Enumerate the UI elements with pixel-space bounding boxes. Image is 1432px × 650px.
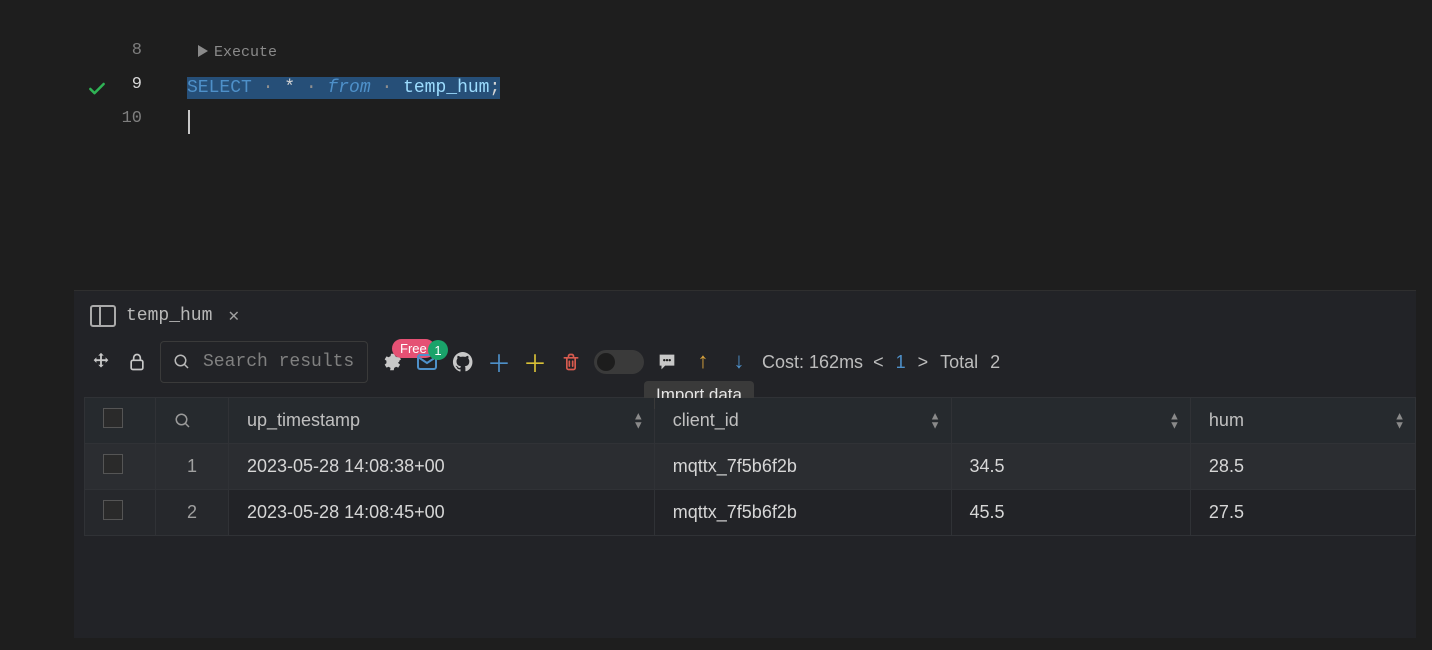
- sort-icon: ▲▼: [930, 412, 941, 429]
- github-button[interactable]: [450, 349, 476, 375]
- search-results-box[interactable]: [160, 341, 368, 383]
- sort-icon: ▲▼: [633, 412, 644, 429]
- line-number: 8: [92, 34, 142, 68]
- settings-button[interactable]: Free: [378, 349, 404, 375]
- move-icon[interactable]: [88, 349, 114, 375]
- activity-bar: [0, 0, 74, 650]
- add-blue-button[interactable]: ＋: [486, 349, 512, 375]
- cell-hum: 27.5: [1190, 490, 1415, 536]
- cell-client-id: mqttx_7f5b6f2b: [654, 490, 951, 536]
- results-table: up_timestamp▲▼ client_id▲▼ ▲▼ hum▲▼ 1 20…: [84, 397, 1416, 536]
- line-number: 10: [92, 102, 142, 136]
- cell-client-id: mqttx_7f5b6f2b: [654, 444, 951, 490]
- search-input[interactable]: [201, 351, 355, 373]
- next-page-button[interactable]: >: [918, 352, 929, 373]
- row-checkbox[interactable]: [103, 454, 123, 474]
- select-all-header[interactable]: [85, 398, 156, 444]
- cell-temp: 34.5: [951, 444, 1190, 490]
- prev-page-button[interactable]: <: [873, 352, 884, 373]
- editor-cursor: [188, 110, 190, 134]
- search-icon: [173, 353, 191, 371]
- search-icon: [174, 412, 192, 430]
- col-up-timestamp[interactable]: up_timestamp▲▼: [229, 398, 655, 444]
- total-label: Total: [940, 352, 978, 373]
- check-icon: [87, 79, 107, 99]
- table-row[interactable]: 1 2023-05-28 14:08:38+00 mqttx_7f5b6f2b …: [85, 444, 1416, 490]
- export-button[interactable]: ↓: [726, 349, 752, 375]
- panel-layout-icon[interactable]: [90, 305, 116, 327]
- execute-codelens[interactable]: Execute: [198, 44, 277, 61]
- col-hum[interactable]: hum▲▼: [1190, 398, 1415, 444]
- cell-temp: 45.5: [951, 490, 1190, 536]
- total-value: 2: [990, 352, 1000, 373]
- cell-hum: 28.5: [1190, 444, 1415, 490]
- cell-up-timestamp: 2023-05-28 14:08:38+00: [229, 444, 655, 490]
- close-tab-button[interactable]: ✕: [222, 303, 245, 329]
- cost-display: Cost: 162ms: [762, 352, 863, 373]
- sql-select-line[interactable]: SELECT · * · from · temp_hum;: [187, 76, 500, 100]
- code-editor[interactable]: 7 8 9 10 Execute SELECT · * · from · tem…: [74, 0, 1432, 290]
- sort-icon: ▲▼: [1169, 412, 1180, 429]
- mail-button[interactable]: 1: [414, 349, 440, 375]
- play-icon: [198, 45, 208, 57]
- table-header-row: up_timestamp▲▼ client_id▲▼ ▲▼ hum▲▼: [85, 398, 1416, 444]
- checkbox-icon[interactable]: [103, 408, 123, 428]
- lock-icon[interactable]: [124, 349, 150, 375]
- index-header: [156, 398, 229, 444]
- row-index: 1: [156, 444, 229, 490]
- table-row[interactable]: 2 2023-05-28 14:08:45+00 mqttx_7f5b6f2b …: [85, 490, 1416, 536]
- page-current: 1: [896, 352, 906, 373]
- delete-button[interactable]: [558, 349, 584, 375]
- row-checkbox[interactable]: [103, 500, 123, 520]
- cell-up-timestamp: 2023-05-28 14:08:45+00: [229, 490, 655, 536]
- mail-badge: 1: [428, 340, 448, 360]
- results-panel: temp_hum ✕ Free: [74, 290, 1416, 638]
- comment-icon[interactable]: [654, 349, 680, 375]
- import-button[interactable]: ↑ Import data: [690, 349, 716, 375]
- sort-icon: ▲▼: [1394, 412, 1405, 429]
- row-index: 2: [156, 490, 229, 536]
- col-client-id[interactable]: client_id▲▼: [654, 398, 951, 444]
- toggle-switch[interactable]: [594, 350, 644, 374]
- results-tab[interactable]: temp_hum: [126, 306, 212, 326]
- execute-label: Execute: [214, 44, 277, 61]
- col-temp[interactable]: ▲▼: [951, 398, 1190, 444]
- results-toolbar: Free 1 ＋ ＋ ↑ Import da: [74, 335, 1416, 393]
- line-number-gutter: 7 8 9 10: [92, 0, 142, 136]
- pagination: < 1 > Total 2: [873, 352, 1000, 373]
- add-yellow-button[interactable]: ＋: [522, 349, 548, 375]
